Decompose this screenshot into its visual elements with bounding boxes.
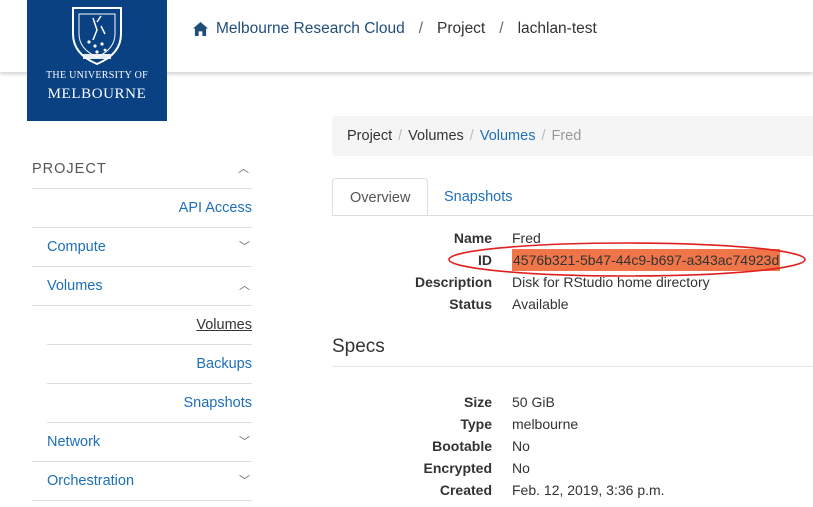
university-logo[interactable]: THE UNIVERSITY OF MELBOURNE	[27, 0, 167, 121]
logo-line-1: THE UNIVERSITY OF	[46, 70, 148, 81]
specs-row-created: Created Feb. 12, 2019, 3:36 p.m.	[332, 479, 813, 501]
crumb-separator: /	[499, 20, 504, 37]
specs-heading: Specs	[332, 336, 385, 357]
header-crumb-project[interactable]: Project	[437, 20, 485, 38]
sidebar-item-label[interactable]: Volumes	[196, 317, 252, 333]
sidebar-item-label[interactable]: Backups	[196, 356, 252, 372]
specs-row-size: Size 50 GiB	[332, 391, 813, 413]
field-value: Available	[512, 296, 569, 312]
tab-overview[interactable]: Overview	[332, 178, 429, 215]
field-value: 50 GiB	[512, 394, 555, 410]
field-label: Status	[449, 296, 492, 312]
sidebar-item-label[interactable]: Orchestration	[47, 473, 134, 489]
field-value: No	[512, 438, 530, 454]
sidebar-heading-label: PROJECT	[32, 161, 107, 177]
chevron-up-icon: ︿	[238, 163, 250, 175]
field-value: Feb. 12, 2019, 3:36 p.m.	[512, 482, 665, 498]
sidebar-item-volumes-volumes[interactable]: Volumes	[47, 306, 252, 345]
field-label: Size	[463, 394, 492, 410]
field-label: Encrypted	[423, 460, 492, 476]
divider	[332, 366, 813, 367]
breadcrumb-current: Fred	[551, 128, 582, 144]
tab-snapshots[interactable]: Snapshots	[427, 178, 530, 215]
sidebar-item-network[interactable]: Network ﹀	[32, 423, 252, 462]
crumb-separator: /	[418, 20, 423, 37]
specs-row-bootable: Bootable No	[332, 435, 813, 457]
sidebar-item-snapshots[interactable]: Snapshots	[47, 384, 252, 423]
header-breadcrumb: Melbourne Research Cloud / Project / lac…	[193, 20, 597, 38]
page-breadcrumb: Project / Volumes / Volumes / Fred	[332, 116, 813, 156]
sidebar-item-backups[interactable]: Backups	[47, 345, 252, 384]
field-label: Bootable	[432, 438, 492, 454]
sidebar-heading-project[interactable]: PROJECT ︿	[32, 150, 252, 189]
logo-line-2: MELBOURNE	[47, 86, 147, 102]
sidebar-item-orchestration[interactable]: Orchestration ﹀	[32, 462, 252, 501]
home-link[interactable]: Melbourne Research Cloud	[193, 20, 405, 38]
sidebar-item-label[interactable]: Compute	[47, 239, 106, 255]
sidebar-item-label[interactable]: Snapshots	[183, 395, 252, 411]
sidebar-item-volumes[interactable]: Volumes ︿	[32, 267, 252, 306]
chevron-up-icon: ︿	[239, 280, 250, 292]
field-label: Type	[460, 416, 492, 432]
breadcrumb-volumes[interactable]: Volumes	[408, 128, 464, 144]
sidebar-item-compute[interactable]: Compute ﹀	[32, 228, 252, 267]
header-crumb-project-name[interactable]: lachlan-test	[518, 20, 597, 38]
chevron-down-icon: ﹀	[239, 241, 250, 253]
home-icon	[193, 22, 208, 36]
field-label: Created	[439, 482, 492, 498]
specs-list: Size 50 GiB Type melbourne Bootable No E…	[332, 391, 813, 501]
detail-tabs: Overview Snapshots	[332, 178, 813, 216]
sidebar: PROJECT ︿ API Access Compute ﹀ Volumes ︿…	[32, 150, 252, 501]
header-crumb-cloud[interactable]: Melbourne Research Cloud	[216, 20, 405, 38]
overview-row-status: Status Available	[332, 293, 813, 315]
sidebar-item-label[interactable]: Network	[47, 434, 100, 450]
field-value: melbourne	[512, 416, 579, 432]
specs-row-type: Type melbourne	[332, 413, 813, 435]
breadcrumb-volumes-link[interactable]: Volumes	[480, 128, 536, 144]
chevron-down-icon: ﹀	[239, 436, 250, 448]
crest-icon	[72, 7, 122, 66]
sidebar-item-api-access[interactable]: API Access	[32, 189, 252, 228]
sidebar-item-label[interactable]: Volumes	[47, 278, 103, 294]
volumes-submenu: Volumes Backups Snapshots	[47, 306, 252, 423]
field-value: No	[512, 460, 530, 476]
specs-row-encrypted: Encrypted No	[332, 457, 813, 479]
sidebar-item-label[interactable]: API Access	[179, 200, 252, 216]
chevron-down-icon: ﹀	[239, 475, 250, 487]
breadcrumb-project[interactable]: Project	[347, 128, 392, 144]
annotation-ellipse	[448, 242, 806, 277]
